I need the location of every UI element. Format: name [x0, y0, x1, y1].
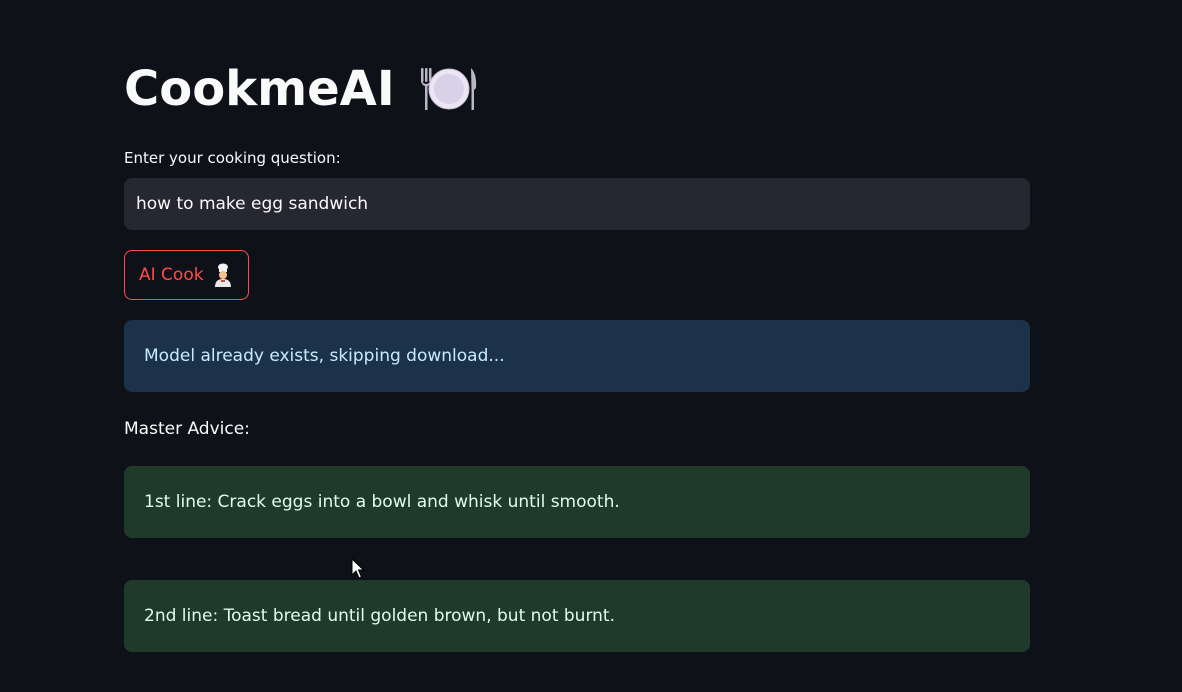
info-alert: Model already exists, skipping download.… — [124, 320, 1030, 392]
plate-with-cutlery-icon — [419, 64, 479, 114]
question-input-label: Enter your cooking question: — [124, 149, 341, 167]
info-alert-text: Model already exists, skipping download.… — [144, 346, 505, 366]
advice-line-text: 1st line: Crack eggs into a bowl and whi… — [144, 492, 620, 512]
chef-icon — [212, 263, 234, 287]
app-page: CookmeAI Enter your cooking question: ho… — [0, 0, 1182, 692]
title-row: CookmeAI — [124, 60, 479, 118]
advice-line-text: 2nd line: Toast bread until golden brown… — [144, 606, 615, 626]
advice-success-alert: 2nd line: Toast bread until golden brown… — [124, 580, 1030, 652]
mouse-pointer-icon — [351, 557, 365, 580]
advice-success-alert: 1st line: Crack eggs into a bowl and whi… — [124, 466, 1030, 538]
question-input[interactable] — [124, 178, 1030, 230]
ai-cook-button-label: AI Cook — [139, 265, 204, 285]
ai-cook-button[interactable]: AI Cook — [124, 250, 249, 300]
page-title: CookmeAI — [124, 61, 395, 117]
advice-heading: Master Advice: — [124, 419, 250, 439]
